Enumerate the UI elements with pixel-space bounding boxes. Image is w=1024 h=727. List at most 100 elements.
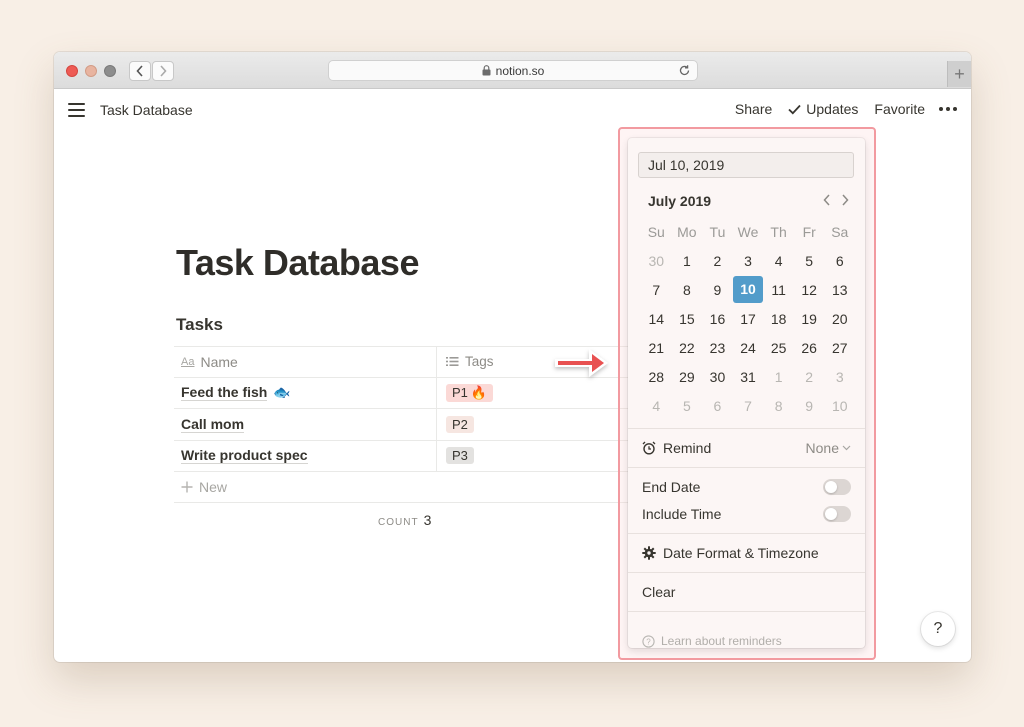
- calendar-day[interactable]: 25: [763, 340, 794, 356]
- calendar-day[interactable]: 7: [641, 282, 672, 298]
- calendar-day[interactable]: 4: [641, 398, 672, 414]
- calendar-day[interactable]: 4: [763, 253, 794, 269]
- calendar-day[interactable]: 21: [641, 340, 672, 356]
- calendar-day[interactable]: 30: [702, 369, 733, 385]
- previous-month-icon[interactable]: [823, 194, 831, 206]
- calendar-day[interactable]: 27: [824, 340, 855, 356]
- calendar-day[interactable]: 16: [702, 311, 733, 327]
- help-button[interactable]: ?: [921, 612, 955, 646]
- calendar-day[interactable]: 9: [794, 398, 825, 414]
- row-count[interactable]: COUNT 3: [378, 512, 431, 528]
- table-row[interactable]: Write product spec P3: [174, 440, 644, 472]
- weekday-label: Fr: [802, 224, 816, 240]
- calendar-day[interactable]: 17: [733, 311, 764, 327]
- calendar-day[interactable]: 2: [794, 369, 825, 385]
- zoom-window-button[interactable]: [104, 65, 116, 77]
- calendar-day[interactable]: 26: [794, 340, 825, 356]
- calendar-day[interactable]: 29: [672, 369, 703, 385]
- calendar-day[interactable]: 14: [641, 311, 672, 327]
- calendar-day[interactable]: 7: [733, 398, 764, 414]
- calendar-day[interactable]: 20: [824, 311, 855, 327]
- calendar-day[interactable]: 24: [733, 340, 764, 356]
- day-number: 17: [740, 310, 756, 327]
- database-title[interactable]: Tasks: [176, 315, 223, 335]
- day-number: 8: [774, 397, 783, 414]
- share-button[interactable]: Share: [735, 101, 772, 117]
- page-actions: Share Updates Favorite: [719, 101, 957, 117]
- calendar-day[interactable]: 8: [672, 282, 703, 298]
- day-number: 28: [648, 368, 665, 385]
- new-tab-button[interactable]: +: [947, 61, 971, 87]
- calendar-day[interactable]: 8: [763, 398, 794, 414]
- chevron-left-icon: [136, 65, 143, 77]
- calendar-day[interactable]: 1: [672, 253, 703, 269]
- tags-cell[interactable]: P3: [437, 447, 644, 465]
- end-date-toggle[interactable]: [823, 479, 851, 495]
- calendar-day[interactable]: 23: [702, 340, 733, 356]
- calendar-day[interactable]: 9: [702, 282, 733, 298]
- next-month-icon[interactable]: [841, 194, 849, 206]
- name-cell[interactable]: Write product spec: [174, 440, 437, 471]
- fire-emoji: 🔥: [470, 384, 488, 400]
- include-time-option[interactable]: Include Time: [642, 506, 851, 522]
- calendar-day[interactable]: 3: [733, 253, 764, 269]
- help-circle-icon: ?: [642, 634, 655, 648]
- calendar-day[interactable]: 6: [824, 253, 855, 269]
- day-number: 1: [682, 252, 691, 269]
- name-cell[interactable]: Call mom: [174, 409, 437, 440]
- table-row[interactable]: Call mom P2: [174, 409, 644, 441]
- address-bar[interactable]: notion.so: [328, 60, 698, 81]
- calendar-day[interactable]: 22: [672, 340, 703, 356]
- divider: [628, 533, 865, 534]
- calendar-day[interactable]: 13: [824, 282, 855, 298]
- calendar-day[interactable]: 11: [763, 282, 794, 298]
- date-input[interactable]: Jul 10, 2019: [638, 152, 854, 178]
- check-icon: [788, 104, 801, 114]
- day-number: 12: [801, 281, 817, 298]
- tags-cell[interactable]: P2: [437, 415, 644, 433]
- name-cell[interactable]: Feed the fish 🐟: [174, 377, 437, 408]
- include-time-toggle[interactable]: [823, 506, 851, 522]
- tags-cell[interactable]: P1 🔥: [437, 383, 644, 402]
- learn-reminders-link[interactable]: ? Learn about reminders: [642, 634, 782, 648]
- menu-icon[interactable]: [68, 103, 85, 117]
- remind-option[interactable]: Remind None: [642, 440, 851, 456]
- day-number: 26: [801, 339, 817, 356]
- favorite-button[interactable]: Favorite: [874, 101, 925, 117]
- remind-select[interactable]: None: [806, 440, 851, 456]
- back-button[interactable]: [129, 61, 151, 81]
- page-title[interactable]: Task Database: [176, 242, 419, 284]
- more-options-icon[interactable]: [939, 107, 957, 111]
- calendar-day[interactable]: 30: [641, 253, 672, 269]
- column-header-name[interactable]: Aa Name: [174, 347, 437, 377]
- calendar-day[interactable]: 10: [824, 398, 855, 414]
- new-row-button[interactable]: New: [174, 472, 644, 503]
- updates-button[interactable]: Updates: [788, 101, 858, 117]
- calendar-day[interactable]: 1: [763, 369, 794, 385]
- calendar-day[interactable]: 28: [641, 369, 672, 385]
- calendar-day[interactable]: 2: [702, 253, 733, 269]
- forward-button[interactable]: [152, 61, 174, 81]
- calendar-day[interactable]: 15: [672, 311, 703, 327]
- breadcrumb[interactable]: Task Database: [100, 102, 193, 118]
- calendar-day[interactable]: 6: [702, 398, 733, 414]
- selected-day[interactable]: 10: [733, 276, 764, 303]
- include-time-label: Include Time: [642, 506, 722, 522]
- calendar-day[interactable]: 5: [794, 253, 825, 269]
- date-format-option[interactable]: Date Format & Timezone: [642, 545, 851, 561]
- calendar-day[interactable]: 31: [733, 369, 764, 385]
- divider: [628, 572, 865, 573]
- end-date-option[interactable]: End Date: [642, 479, 851, 495]
- calendar-day[interactable]: 19: [794, 311, 825, 327]
- day-number: 5: [805, 252, 814, 269]
- reload-icon[interactable]: [678, 64, 691, 77]
- calendar-day[interactable]: 3: [824, 369, 855, 385]
- day-number: 11: [771, 281, 786, 298]
- close-window-button[interactable]: [66, 65, 78, 77]
- clear-option[interactable]: Clear: [642, 584, 851, 600]
- minimize-window-button[interactable]: [85, 65, 97, 77]
- calendar-day[interactable]: 12: [794, 282, 825, 298]
- calendar-day[interactable]: 18: [763, 311, 794, 327]
- calendar-day[interactable]: 5: [672, 398, 703, 414]
- weekday-label: Tu: [709, 224, 726, 240]
